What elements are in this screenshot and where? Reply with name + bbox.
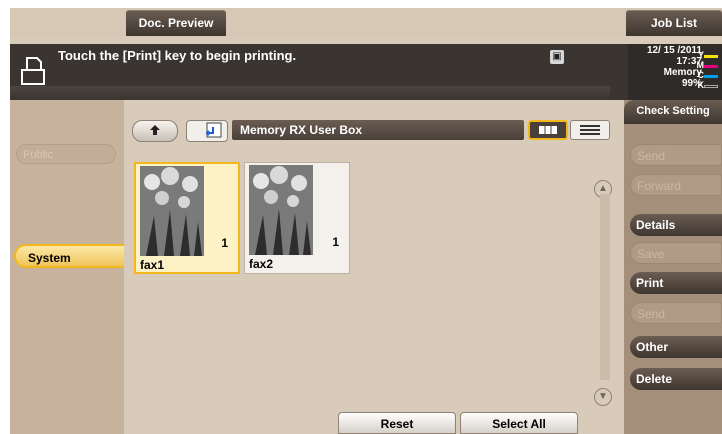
box-icon-button[interactable] <box>186 120 228 142</box>
page-count: 1 <box>332 235 339 249</box>
print-button[interactable]: Print <box>630 272 722 294</box>
system-tab[interactable]: System <box>14 244 126 268</box>
thumbnail-view-button[interactable] <box>528 120 568 140</box>
date-text: 12/ 15 /2011 <box>646 45 702 56</box>
details-button[interactable]: Details <box>630 214 722 236</box>
check-setting-button[interactable]: Check Setting <box>624 100 722 124</box>
user-box-icon <box>205 122 222 138</box>
scroll-down-button[interactable]: ▼ <box>594 388 612 406</box>
toner-bar-c <box>704 75 718 78</box>
printer-icon <box>21 57 45 85</box>
toner-bar-y <box>704 55 718 58</box>
device-panel: Doc. Preview Job List Touch the [Print] … <box>10 8 722 434</box>
document-name: fax1 <box>140 258 165 272</box>
job-status-icon: ▣ <box>550 50 564 64</box>
forward-button[interactable]: Forward <box>630 174 722 196</box>
document-area: Memory RX User Box 1 fax1 1 fax2 ▲ ▼ Res… <box>124 100 624 434</box>
chevron-down-icon: ▼ <box>598 391 608 402</box>
up-arrow-icon <box>150 125 160 135</box>
grid-icon <box>539 126 557 134</box>
scrollbar-track[interactable] <box>600 194 610 380</box>
toner-bar-m <box>704 65 718 68</box>
page-count: 1 <box>221 236 228 250</box>
document-name: fax2 <box>249 257 274 271</box>
box-toolbar: Memory RX User Box <box>132 118 612 142</box>
document-preview-image <box>249 165 313 255</box>
device-info: 12/ 15 /2011 17:37 Memory 99% Y M C K <box>628 44 722 100</box>
box-type-tabs: Public System <box>10 100 126 434</box>
toner-bar-k <box>704 85 718 88</box>
document-thumbnail-fax1[interactable]: 1 fax1 <box>134 162 240 274</box>
box-path-title: Memory RX User Box <box>232 120 524 140</box>
document-preview-image <box>140 166 204 256</box>
send-2-button[interactable]: Send <box>630 302 722 324</box>
document-thumbnail-fax2[interactable]: 1 fax2 <box>244 162 350 274</box>
other-button[interactable]: Other <box>630 336 722 358</box>
toner-letter-m: M <box>696 60 705 70</box>
status-bar: Touch the [Print] key to begin printing.… <box>10 44 722 100</box>
doc-preview-button[interactable]: Doc. Preview <box>126 10 226 36</box>
public-tab[interactable]: Public <box>16 144 116 164</box>
send-button[interactable]: Send <box>630 144 722 166</box>
up-folder-button[interactable] <box>132 120 178 142</box>
select-all-button[interactable]: Select All <box>460 412 578 434</box>
status-divider <box>10 86 610 100</box>
delete-button[interactable]: Delete <box>630 368 722 390</box>
list-view-button[interactable] <box>570 120 610 140</box>
job-list-button[interactable]: Job List <box>626 10 722 36</box>
action-panel: Check Setting Send Forward Details Save … <box>624 100 722 434</box>
save-button[interactable]: Save <box>630 242 722 264</box>
reset-button[interactable]: Reset <box>338 412 456 434</box>
status-message: Touch the [Print] key to begin printing. <box>58 48 297 63</box>
chevron-up-icon: ▲ <box>598 183 608 194</box>
list-icon <box>580 125 600 135</box>
top-bar: Doc. Preview Job List <box>10 8 722 36</box>
